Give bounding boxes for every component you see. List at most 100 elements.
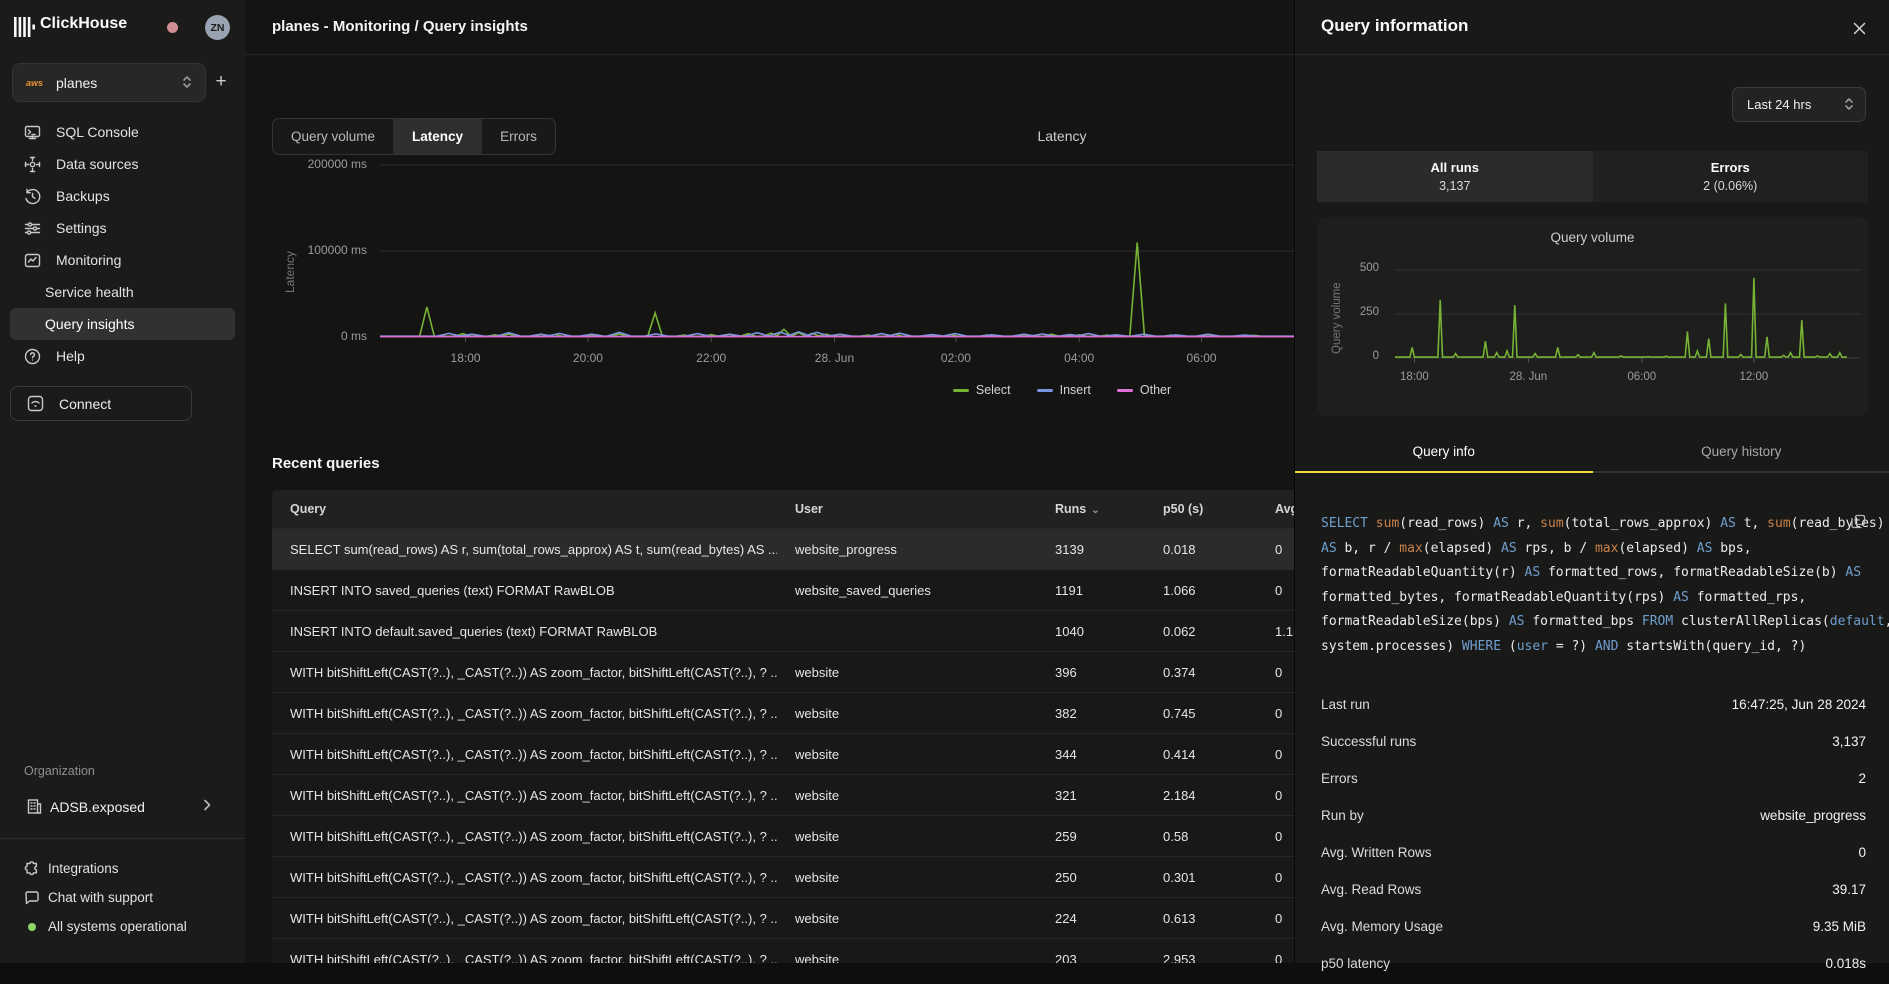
cell-avg: 0	[1257, 747, 1294, 762]
sidebar-item-label: Help	[56, 348, 85, 364]
detail-row-last-run: Last run16:47:25, Jun 28 2024	[1295, 688, 1889, 725]
connect-button[interactable]: Connect	[10, 386, 192, 421]
backups-icon	[24, 188, 41, 205]
tab-query-info[interactable]: Query info	[1295, 437, 1593, 471]
brand-name: ClickHouse	[40, 15, 127, 33]
volume-y-tick: 0	[1317, 350, 1379, 362]
time-range-select[interactable]: Last 24 hrs	[1732, 87, 1866, 122]
cell-p50: 0.613	[1145, 911, 1257, 926]
sidebar-item-backups[interactable]: Backups	[0, 180, 245, 212]
cell-p50: 2.184	[1145, 788, 1257, 803]
sidebar-item-service-health[interactable]: Service health	[0, 276, 245, 308]
table-row[interactable]: WITH bitShiftLeft(CAST(?..), _CAST(?..))…	[272, 815, 1294, 856]
column-header-query: Query	[272, 502, 777, 516]
cell-p50: 2.953	[1145, 952, 1257, 964]
table-row[interactable]: SELECT sum(read_rows) AS r, sum(total_ro…	[272, 528, 1294, 569]
cell-query: WITH bitShiftLeft(CAST(?..), _CAST(?..))…	[272, 706, 777, 721]
cell-p50: 1.066	[1145, 583, 1257, 598]
sidebar-item-label: Service health	[45, 284, 134, 300]
sidebar-item-monitoring[interactable]: Monitoring	[0, 244, 245, 276]
sidebar-item-label: Query insights	[45, 316, 134, 332]
sidebar-item-settings[interactable]: Settings	[0, 212, 245, 244]
cell-user: website	[777, 870, 1037, 885]
detail-row-avg-memory-usage: Avg. Memory Usage 9.35 MiB	[1295, 910, 1889, 947]
legend-item-insert[interactable]: Insert	[1037, 383, 1091, 397]
sidebar-item-data-sources[interactable]: Data sources	[0, 148, 245, 180]
detail-label: Avg. Memory Usage	[1321, 919, 1443, 934]
footer-item-all-systems-operational[interactable]: All systems operational	[0, 912, 245, 941]
all-runs-tab[interactable]: All runs 3,137	[1317, 151, 1593, 202]
table-row[interactable]: WITH bitShiftLeft(CAST(?..), _CAST(?..))…	[272, 774, 1294, 815]
table-row[interactable]: INSERT INTO saved_queries (text) FORMAT …	[272, 569, 1294, 610]
query-information-panel: Query information Last 24 hrs All runs 3…	[1294, 0, 1889, 963]
latency-x-tick: 02:00	[916, 351, 996, 365]
table-row[interactable]: WITH bitShiftLeft(CAST(?..), _CAST(?..))…	[272, 733, 1294, 774]
latency-series-select	[380, 242, 1294, 336]
table-row[interactable]: WITH bitShiftLeft(CAST(?..), _CAST(?..))…	[272, 692, 1294, 733]
cell-user: website_progress	[777, 542, 1037, 557]
cell-runs: 344	[1037, 747, 1145, 762]
latency-chart-title: Latency	[912, 128, 1212, 144]
run-stat-tabs: All runs 3,137 Errors 2 (0.06%)	[1317, 151, 1868, 202]
chat-icon	[24, 890, 40, 906]
clickhouse-logo-icon	[14, 16, 38, 43]
tab-latency[interactable]: Latency	[393, 119, 481, 154]
detail-row-avg-read-rows: Avg. Read Rows39.17	[1295, 873, 1889, 910]
detail-value: 9.35 MiB	[1813, 919, 1866, 934]
close-icon[interactable]	[1848, 17, 1870, 39]
footer-item-integrations[interactable]: Integrations	[0, 854, 245, 883]
add-service-button[interactable]: +	[209, 70, 233, 94]
table-row[interactable]: INSERT INTO default.saved_queries (text)…	[272, 610, 1294, 651]
detail-value: website_progress	[1760, 808, 1866, 823]
detail-row-run-by: Run bywebsite_progress	[1295, 799, 1889, 836]
column-header-runs[interactable]: Runs⌄	[1037, 502, 1145, 516]
latency-x-tick: 04:00	[1039, 351, 1119, 365]
footer-item-chat-with-support[interactable]: Chat with support	[0, 883, 245, 912]
errors-tab[interactable]: Errors 2 (0.06%)	[1593, 151, 1869, 202]
legend-item-other[interactable]: Other	[1117, 383, 1171, 397]
legend-dash	[1037, 389, 1053, 392]
cell-runs: 203	[1037, 952, 1145, 964]
query-volume-chart[interactable]	[1395, 262, 1860, 374]
cell-avg: 1.15	[1257, 624, 1294, 639]
sql-query-code: SELECT sum(read_rows) AS r, sum(total_ro…	[1321, 512, 1866, 659]
detail-value: 0.018s	[1825, 956, 1866, 971]
status-dot-icon	[24, 919, 40, 935]
sidebar-item-label: Monitoring	[56, 252, 121, 268]
organization-icon	[26, 798, 43, 820]
cell-query: WITH bitShiftLeft(CAST(?..), _CAST(?..))…	[272, 829, 777, 844]
avatar[interactable]: ZN	[205, 15, 230, 40]
table-row[interactable]: WITH bitShiftLeft(CAST(?..), _CAST(?..))…	[272, 938, 1294, 963]
main-header: planes - Monitoring / Query insights	[245, 0, 1294, 55]
detail-label: Successful runs	[1321, 734, 1416, 749]
cell-runs: 382	[1037, 706, 1145, 721]
cell-user: website	[777, 706, 1037, 721]
connect-icon	[27, 395, 44, 412]
table-row[interactable]: WITH bitShiftLeft(CAST(?..), _CAST(?..))…	[272, 651, 1294, 692]
table-row[interactable]: WITH bitShiftLeft(CAST(?..), _CAST(?..))…	[272, 856, 1294, 897]
table-row[interactable]: WITH bitShiftLeft(CAST(?..), _CAST(?..))…	[272, 897, 1294, 938]
latency-chart[interactable]	[380, 150, 1294, 355]
cell-p50: 0.58	[1145, 829, 1257, 844]
tab-errors[interactable]: Errors	[481, 119, 555, 154]
detail-value: 0	[1858, 845, 1866, 860]
connect-label: Connect	[59, 396, 111, 412]
cell-runs: 396	[1037, 665, 1145, 680]
organization-switcher[interactable]: ADSB.exposed	[0, 792, 245, 822]
service-selector[interactable]: aws planes	[12, 63, 206, 102]
cell-user: website	[777, 665, 1037, 680]
sidebar-item-help[interactable]: Help	[0, 340, 245, 372]
sidebar-item-query-insights[interactable]: Query insights	[10, 308, 235, 340]
detail-label: Last run	[1321, 697, 1370, 712]
footer-item-label: Integrations	[48, 861, 119, 876]
copy-icon[interactable]	[1851, 514, 1866, 534]
sidebar-item-label: Data sources	[56, 156, 138, 172]
tab-query-history[interactable]: Query history	[1593, 437, 1889, 471]
tab-query-volume[interactable]: Query volume	[273, 119, 393, 154]
legend-item-select[interactable]: Select	[953, 383, 1011, 397]
latency-x-tick: 28. Jun	[794, 351, 874, 365]
chevron-updown-icon	[182, 74, 192, 95]
sql-console-icon	[24, 124, 41, 141]
volume-y-axis-label: Query volume	[1331, 282, 1343, 354]
sidebar-item-sql-console[interactable]: SQL Console	[0, 116, 245, 148]
